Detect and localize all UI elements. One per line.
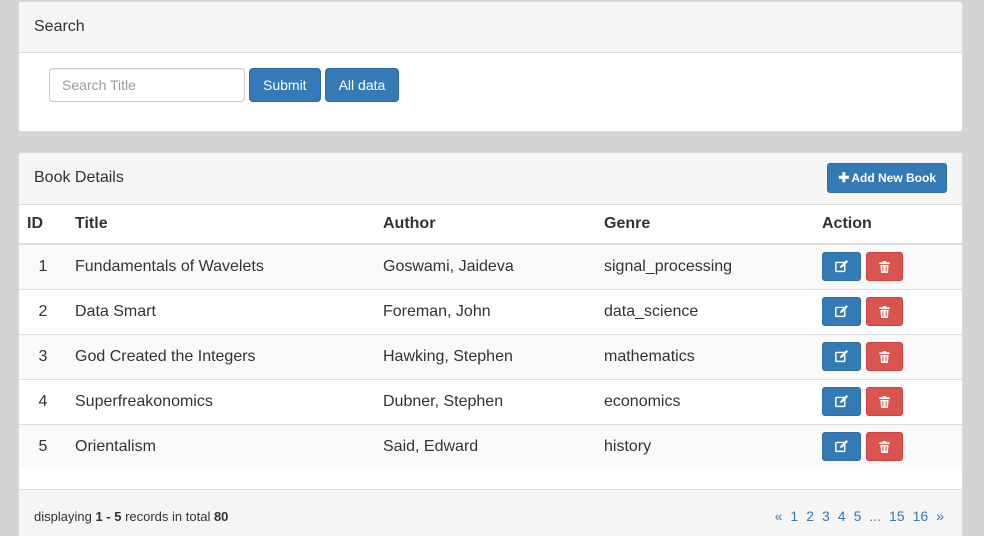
summary-prefix: displaying — [34, 509, 96, 524]
trash-icon — [879, 260, 890, 273]
pagination-page-link[interactable]: 15 — [885, 507, 909, 525]
column-header-genre: Genre — [596, 205, 814, 245]
pagination-first[interactable]: « — [771, 507, 787, 525]
records-summary: displaying 1 - 5 records in total 80 — [34, 508, 228, 526]
book-details-title: Book Details — [34, 169, 124, 186]
cell-action — [814, 333, 962, 379]
edit-button[interactable] — [822, 252, 861, 282]
cell-author: Dubner, Stephen — [375, 378, 596, 424]
book-details-heading: Book Details ✚ Add New Book — [19, 153, 962, 205]
plus-icon: ✚ — [838, 170, 850, 185]
cell-action — [814, 288, 962, 334]
cell-genre: data_science — [596, 288, 814, 334]
pagination-page-link[interactable]: 4 — [834, 507, 850, 525]
column-header-action: Action — [814, 205, 962, 245]
summary-total: 80 — [213, 509, 229, 524]
edit-button[interactable] — [822, 297, 861, 326]
pagination: «1 2 3 4 5... 15 16» — [771, 507, 948, 525]
cell-author: Hawking, Stephen — [375, 333, 596, 379]
trash-icon — [879, 395, 890, 408]
table-row: 4 Superfreakonomics Dubner, Stephen econ… — [19, 378, 962, 424]
delete-button[interactable] — [866, 297, 903, 326]
cell-author: Said, Edward — [375, 423, 596, 469]
cell-title: Orientalism — [67, 423, 375, 469]
edit-icon — [835, 440, 848, 453]
trash-icon — [879, 350, 890, 363]
pagination-page-link[interactable]: 5 — [850, 507, 866, 525]
edit-icon — [835, 395, 848, 408]
books-table: ID Title Author Genre Action 1 Fundament… — [19, 205, 962, 469]
book-details-panel: Book Details ✚ Add New Book ID Title Auth… — [18, 152, 963, 536]
cell-author: Goswami, Jaideva — [375, 243, 596, 289]
search-input[interactable] — [49, 68, 245, 102]
summary-range: 1 - 5 — [95, 509, 122, 524]
cell-action — [814, 243, 962, 289]
table-header-row: ID Title Author Genre Action — [19, 205, 962, 245]
edit-icon — [835, 260, 848, 273]
cell-id: 2 — [19, 288, 67, 334]
add-new-book-label: Add New Book — [851, 171, 936, 185]
trash-icon — [879, 440, 890, 453]
cell-id: 4 — [19, 378, 67, 424]
column-header-id: ID — [19, 205, 67, 245]
search-panel: Search Submit All data — [18, 1, 963, 132]
pagination-page-link[interactable]: 2 — [802, 507, 818, 525]
pagination-page-link[interactable]: 1 — [786, 507, 802, 525]
cell-genre: economics — [596, 378, 814, 424]
summary-middle: records in total — [121, 509, 214, 524]
pagination-last[interactable]: » — [932, 507, 948, 525]
cell-genre: history — [596, 423, 814, 469]
column-header-author: Author — [375, 205, 596, 245]
table-row: 5 Orientalism Said, Edward history — [19, 423, 962, 469]
delete-button[interactable] — [866, 432, 903, 462]
cell-title: God Created the Integers — [67, 333, 375, 379]
cell-title: Superfreakonomics — [67, 378, 375, 424]
submit-button[interactable]: Submit — [249, 68, 321, 102]
table-row: 1 Fundamentals of Wavelets Goswami, Jaid… — [19, 243, 962, 289]
cell-genre: mathematics — [596, 333, 814, 379]
search-heading: Search — [19, 2, 962, 53]
cell-title: Data Smart — [67, 288, 375, 334]
cell-genre: signal_processing — [596, 243, 814, 289]
trash-icon — [879, 305, 890, 318]
delete-button[interactable] — [866, 252, 903, 282]
delete-button[interactable] — [866, 387, 903, 416]
edit-button[interactable] — [822, 342, 861, 371]
search-form: Submit All data — [49, 68, 400, 102]
edit-icon — [835, 350, 848, 363]
pagination-ellipsis: ... — [869, 508, 882, 524]
cell-action — [814, 423, 962, 469]
table-row: 2 Data Smart Foreman, John data_science — [19, 288, 962, 334]
cell-id: 5 — [19, 423, 67, 469]
pagination-page-link[interactable]: 16 — [909, 507, 933, 525]
edit-button[interactable] — [822, 387, 861, 416]
cell-id: 3 — [19, 333, 67, 379]
column-header-title: Title — [67, 205, 375, 245]
table-row: 3 God Created the Integers Hawking, Step… — [19, 333, 962, 379]
edit-icon — [835, 305, 848, 318]
cell-id: 1 — [19, 243, 67, 289]
table-footer: displaying 1 - 5 records in total 80 «1 2… — [19, 489, 962, 536]
edit-button[interactable] — [822, 432, 861, 462]
cell-action — [814, 378, 962, 424]
add-new-book-button[interactable]: ✚ Add New Book — [827, 163, 947, 193]
all-data-button[interactable]: All data — [324, 68, 400, 102]
delete-button[interactable] — [866, 342, 903, 371]
cell-author: Foreman, John — [375, 288, 596, 334]
pagination-page-link[interactable]: 3 — [818, 507, 834, 525]
cell-title: Fundamentals of Wavelets — [67, 243, 375, 289]
